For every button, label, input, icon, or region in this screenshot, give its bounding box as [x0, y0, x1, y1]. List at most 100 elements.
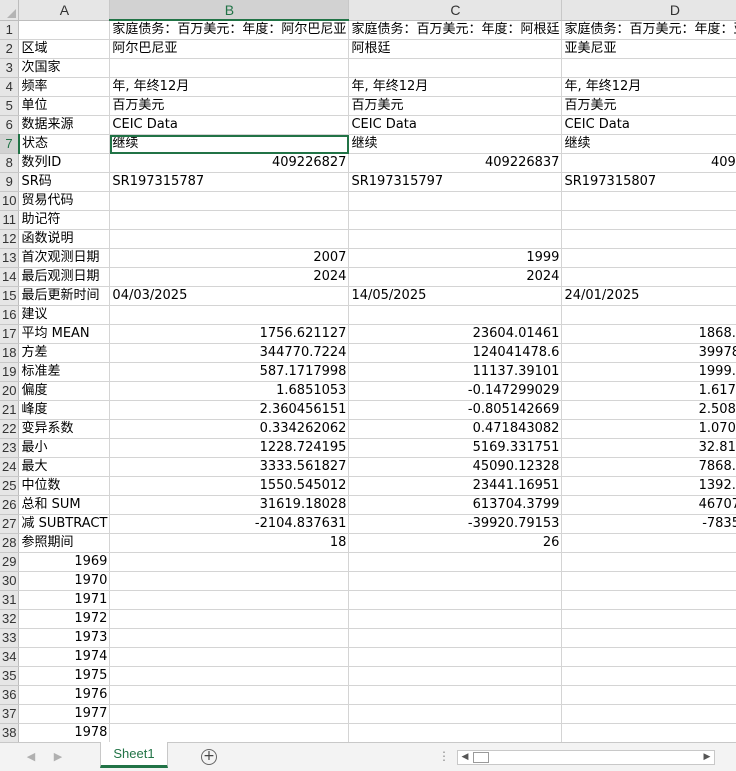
cell-a-21[interactable]: 峰度 [18, 400, 111, 420]
row-header[interactable]: 7 [0, 134, 20, 154]
cell-c-28[interactable]: 26 [348, 533, 563, 553]
cell-c-5[interactable]: 百万美元 [348, 96, 563, 116]
scroll-left-icon[interactable]: ◀ [458, 751, 472, 764]
cell-c-15[interactable]: 14/05/2025 [348, 286, 563, 306]
cell-d-32[interactable] [561, 609, 736, 629]
cell-d-16[interactable] [561, 305, 736, 325]
row-header[interactable]: 16 [0, 305, 20, 325]
cell-c-8[interactable]: 409226837 [348, 153, 563, 173]
cell-b-26[interactable]: 31619.18028 [109, 495, 350, 515]
cell-d-19[interactable]: 1999.452129 [561, 362, 736, 382]
cell-a-29[interactable]: 1969 [18, 552, 111, 572]
cell-a-22[interactable]: 变异系数 [18, 419, 111, 439]
cell-c-21[interactable]: -0.805142669 [348, 400, 563, 420]
cell-c-6[interactable]: CEIC Data [348, 115, 563, 135]
cell-c-36[interactable] [348, 685, 563, 705]
cell-d-3[interactable] [561, 58, 736, 78]
cell-a-2[interactable]: 区域 [18, 39, 111, 59]
row-header[interactable]: 1 [0, 20, 20, 40]
cell-d-25[interactable]: 1392.305023 [561, 476, 736, 496]
cell-c-20[interactable]: -0.147299029 [348, 381, 563, 401]
scroll-right-icon[interactable]: ▶ [700, 751, 714, 764]
cell-b-31[interactable] [109, 590, 350, 610]
more-options-icon[interactable]: ⋮ [438, 749, 450, 763]
cell-b-3[interactable] [109, 58, 350, 78]
cell-d-18[interactable]: 3997808.816 [561, 343, 736, 363]
cell-c-16[interactable] [348, 305, 563, 325]
cell-d-11[interactable] [561, 210, 736, 230]
row-header[interactable]: 25 [0, 476, 20, 496]
cell-a-30[interactable]: 1970 [18, 571, 111, 591]
cell-a-10[interactable]: 贸易代码 [18, 191, 111, 211]
row-header[interactable]: 31 [0, 590, 20, 610]
cell-c-38[interactable] [348, 723, 563, 742]
cell-a-34[interactable]: 1974 [18, 647, 111, 667]
cell-b-18[interactable]: 344770.7224 [109, 343, 350, 363]
cell-c-18[interactable]: 124041478.6 [348, 343, 563, 363]
row-header[interactable]: 15 [0, 286, 20, 306]
cell-b-22[interactable]: 0.334262062 [109, 419, 350, 439]
row-header[interactable]: 37 [0, 704, 20, 724]
cell-c-4[interactable]: 年, 年终12月 [348, 77, 563, 97]
cell-c-7[interactable]: 继续 [348, 134, 563, 154]
cell-b-32[interactable] [109, 609, 350, 629]
cell-b-6[interactable]: CEIC Data [109, 115, 350, 135]
plus-circle-icon[interactable]: + [201, 749, 217, 765]
column-header-a[interactable]: A [18, 0, 111, 21]
cell-a-18[interactable]: 方差 [18, 343, 111, 363]
cell-b-2[interactable]: 阿尔巴尼亚 [109, 39, 350, 59]
row-header[interactable]: 18 [0, 343, 20, 363]
cell-c-24[interactable]: 45090.12328 [348, 457, 563, 477]
cell-b-34[interactable] [109, 647, 350, 667]
cell-d-1[interactable]: 家庭债务：百万美元：年度：亚美尼亚 [561, 20, 736, 40]
row-header[interactable]: 4 [0, 77, 20, 97]
row-header[interactable]: 34 [0, 647, 20, 667]
cell-d-13[interactable]: 2000 [561, 248, 736, 268]
cell-c-32[interactable] [348, 609, 563, 629]
sheet-tab-sheet1[interactable]: Sheet1 [100, 742, 168, 768]
cell-b-17[interactable]: 1756.621127 [109, 324, 350, 344]
row-header[interactable]: 13 [0, 248, 20, 268]
cell-b-21[interactable]: 2.360456151 [109, 400, 350, 420]
row-header[interactable]: 22 [0, 419, 20, 439]
horizontal-scrollbar[interactable]: ◀ ▶ [457, 750, 715, 765]
cell-a-25[interactable]: 中位数 [18, 476, 111, 496]
cell-a-24[interactable]: 最大 [18, 457, 111, 477]
row-header[interactable]: 8 [0, 153, 20, 173]
cell-a-13[interactable]: 首次观测日期 [18, 248, 111, 268]
cell-c-25[interactable]: 23441.16951 [348, 476, 563, 496]
row-header[interactable]: 23 [0, 438, 20, 458]
triangle-right-icon[interactable]: ▶ [51, 750, 65, 764]
cell-d-36[interactable] [561, 685, 736, 705]
cell-c-2[interactable]: 阿根廷 [348, 39, 563, 59]
cell-b-25[interactable]: 1550.545012 [109, 476, 350, 496]
cell-b-19[interactable]: 587.1717998 [109, 362, 350, 382]
cell-a-6[interactable]: 数据来源 [18, 115, 111, 135]
cell-c-30[interactable] [348, 571, 563, 591]
row-header[interactable]: 28 [0, 533, 20, 553]
cell-d-7[interactable]: 继续 [561, 134, 736, 154]
cell-d-24[interactable]: 7868.426702 [561, 457, 736, 477]
cell-a-12[interactable]: 函数说明 [18, 229, 111, 249]
cell-b-30[interactable] [109, 571, 350, 591]
cell-d-26[interactable]: 46707.02034 [561, 495, 736, 515]
cell-c-12[interactable] [348, 229, 563, 249]
cell-a-8[interactable]: 数列ID [18, 153, 111, 173]
cell-d-30[interactable] [561, 571, 736, 591]
cell-d-5[interactable]: 百万美元 [561, 96, 736, 116]
cell-a-31[interactable]: 1971 [18, 590, 111, 610]
cell-b-28[interactable]: 18 [109, 533, 350, 553]
cell-c-13[interactable]: 1999 [348, 248, 563, 268]
cell-d-20[interactable]: 1.617127592 [561, 381, 736, 401]
cell-b-14[interactable]: 2024 [109, 267, 350, 287]
cell-a-5[interactable]: 单位 [18, 96, 111, 116]
cell-a-20[interactable]: 偏度 [18, 381, 111, 401]
row-header[interactable]: 2 [0, 39, 20, 59]
cell-c-33[interactable] [348, 628, 563, 648]
cell-b-23[interactable]: 1228.724195 [109, 438, 350, 458]
cell-a-11[interactable]: 助记符 [18, 210, 111, 230]
cell-d-10[interactable] [561, 191, 736, 211]
cell-a-23[interactable]: 最小 [18, 438, 111, 458]
row-header[interactable]: 5 [0, 96, 20, 116]
cell-a-37[interactable]: 1977 [18, 704, 111, 724]
